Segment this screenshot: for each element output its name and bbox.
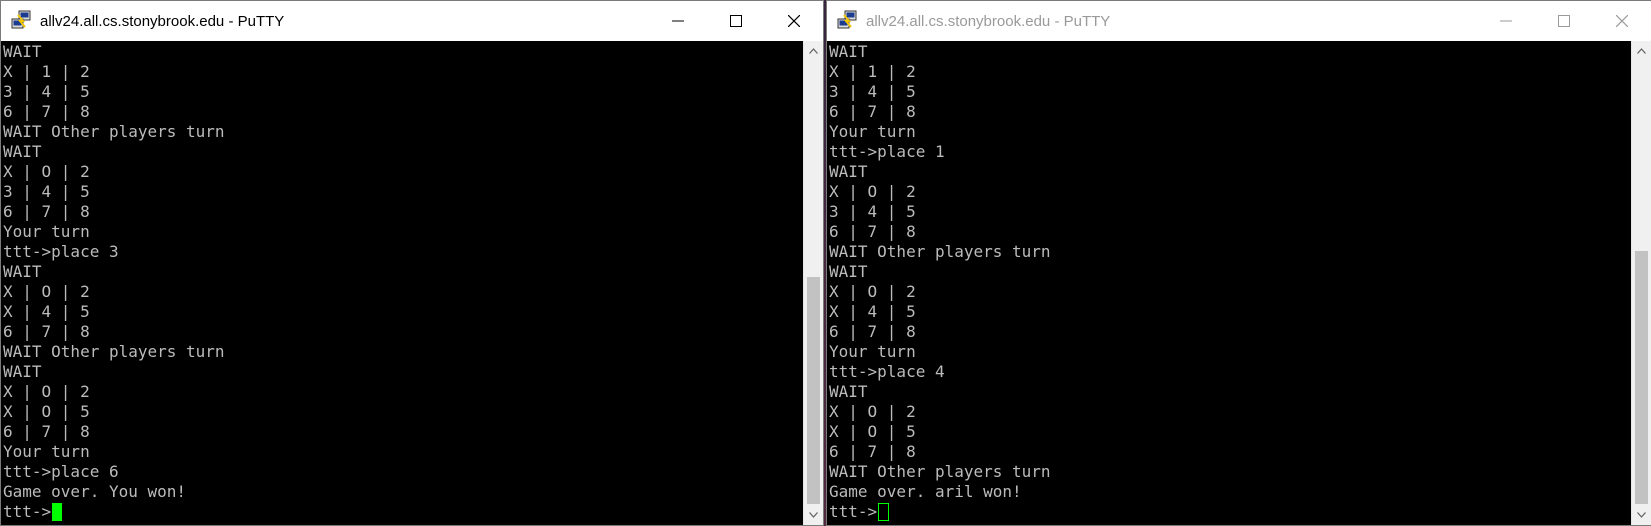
close-button[interactable] [1593, 1, 1651, 41]
terminal-line: X | 1 | 2 [829, 62, 916, 81]
terminal-line: 6 | 7 | 8 [3, 422, 90, 441]
terminal-line: WAIT [3, 142, 42, 161]
terminal-line: X | O | 2 [829, 182, 916, 201]
terminal-line: 6 | 7 | 8 [3, 102, 90, 121]
maximize-button[interactable] [1535, 1, 1593, 41]
text-cursor [878, 503, 890, 521]
text-cursor [52, 503, 63, 521]
terminal-line: 3 | 4 | 5 [3, 82, 90, 101]
terminal-line: X | O | 5 [3, 402, 90, 421]
terminal-line: 3 | 4 | 5 [3, 182, 90, 201]
terminal-line: X | 4 | 5 [3, 302, 90, 321]
scroll-down-button[interactable] [1632, 505, 1651, 525]
minimize-button[interactable] [1477, 1, 1535, 41]
title-bar[interactable]: allv24.all.cs.stonybrook.edu - PuTTY [1, 1, 823, 41]
terminal-line: WAIT [829, 42, 868, 61]
terminal-line: WAIT [829, 382, 868, 401]
minimize-icon [672, 20, 684, 22]
terminal-line: 6 | 7 | 8 [829, 322, 916, 341]
scrollbar-thumb[interactable] [1635, 251, 1648, 504]
scroll-down-button[interactable] [804, 505, 823, 525]
putty-icon [11, 10, 31, 29]
terminal-line: 6 | 7 | 8 [829, 442, 916, 461]
terminal-line: Game over. aril won! [829, 482, 1022, 501]
close-icon [1616, 15, 1628, 27]
terminal-line: 6 | 7 | 8 [3, 202, 90, 221]
terminal-line: X | O | 2 [3, 282, 90, 301]
terminal-line: ttt->place 1 [829, 142, 945, 161]
maximize-icon [1558, 15, 1570, 27]
window-title: allv24.all.cs.stonybrook.edu - PuTTY [866, 12, 1111, 30]
terminal-line: 6 | 7 | 8 [829, 102, 916, 121]
close-button[interactable] [765, 1, 823, 41]
terminal-line: Your turn [3, 222, 90, 241]
putty-window-left[interactable]: allv24.all.cs.stonybrook.edu - PuTTY WAI… [0, 0, 824, 526]
window-controls [1477, 1, 1651, 41]
terminal-line: WAIT Other players turn [3, 122, 225, 141]
vertical-scrollbar[interactable] [1631, 41, 1651, 525]
chevron-up-icon [809, 48, 818, 54]
prompt-line[interactable]: ttt-> [3, 502, 805, 522]
minimize-icon [1500, 20, 1512, 22]
chevron-down-icon [1637, 512, 1646, 518]
terminal-line: WAIT [3, 262, 42, 281]
terminal-line: WAIT Other players turn [829, 462, 1051, 481]
terminal-line: X | O | 5 [829, 422, 916, 441]
putty-window-right[interactable]: allv24.all.cs.stonybrook.edu - PuTTY WAI… [826, 0, 1651, 526]
prompt-line[interactable]: ttt-> [829, 502, 1631, 522]
terminal-line: Your turn [829, 342, 916, 361]
scroll-up-button[interactable] [804, 41, 823, 61]
terminal-line: Your turn [3, 442, 90, 461]
terminal-line: Game over. You won! [3, 482, 187, 501]
close-icon [788, 15, 800, 27]
terminal-line: 6 | 7 | 8 [829, 222, 916, 241]
terminal-line: 6 | 7 | 8 [3, 322, 90, 341]
window-controls [649, 1, 823, 41]
terminal-line: ttt->place 4 [829, 362, 945, 381]
scroll-up-button[interactable] [1632, 41, 1651, 61]
maximize-button[interactable] [707, 1, 765, 41]
terminal-line: X | 1 | 2 [3, 62, 90, 81]
terminal-output: WAIT X | 1 | 23 | 4 | 56 | 7 | 8 Your turn… [827, 41, 1631, 522]
terminal-line: WAIT [829, 162, 868, 181]
terminal-line: WAIT [829, 262, 868, 281]
terminal-line: X | O | 2 [3, 382, 90, 401]
terminal-line: WAIT Other players turn [3, 342, 225, 361]
prompt-text: ttt-> [829, 502, 878, 521]
window-title: allv24.all.cs.stonybrook.edu - PuTTY [40, 12, 285, 30]
chevron-up-icon [1637, 48, 1646, 54]
terminal-area[interactable]: WAIT X | 1 | 23 | 4 | 56 | 7 | 8 Your turn… [827, 41, 1631, 525]
desktop-background: allv24.all.cs.stonybrook.edu - PuTTY WAI… [0, 0, 1651, 526]
title-bar[interactable]: allv24.all.cs.stonybrook.edu - PuTTY [827, 1, 1651, 41]
terminal-line: 3 | 4 | 5 [829, 202, 916, 221]
vertical-scrollbar[interactable] [803, 41, 823, 525]
terminal-output: WAIT X | 1 | 23 | 4 | 56 | 7 | 8 WAIT Othe… [1, 41, 805, 522]
maximize-icon [730, 15, 742, 27]
terminal-line: X | O | 2 [3, 162, 90, 181]
prompt-text: ttt-> [3, 502, 52, 521]
terminal-line: Your turn [829, 122, 916, 141]
minimize-button[interactable] [649, 1, 707, 41]
terminal-line: X | O | 2 [829, 402, 916, 421]
terminal-line: ttt->place 3 [3, 242, 119, 261]
terminal-line: WAIT [3, 42, 42, 61]
terminal-line: 3 | 4 | 5 [829, 82, 916, 101]
terminal-area[interactable]: WAIT X | 1 | 23 | 4 | 56 | 7 | 8 WAIT Othe… [1, 41, 805, 525]
terminal-line: X | O | 2 [829, 282, 916, 301]
terminal-line: WAIT Other players turn [829, 242, 1051, 261]
scrollbar-thumb[interactable] [807, 277, 820, 504]
terminal-line: X | 4 | 5 [829, 302, 916, 321]
chevron-down-icon [809, 512, 818, 518]
terminal-line: WAIT [3, 362, 42, 381]
putty-icon [837, 10, 857, 29]
terminal-line: ttt->place 6 [3, 462, 119, 481]
